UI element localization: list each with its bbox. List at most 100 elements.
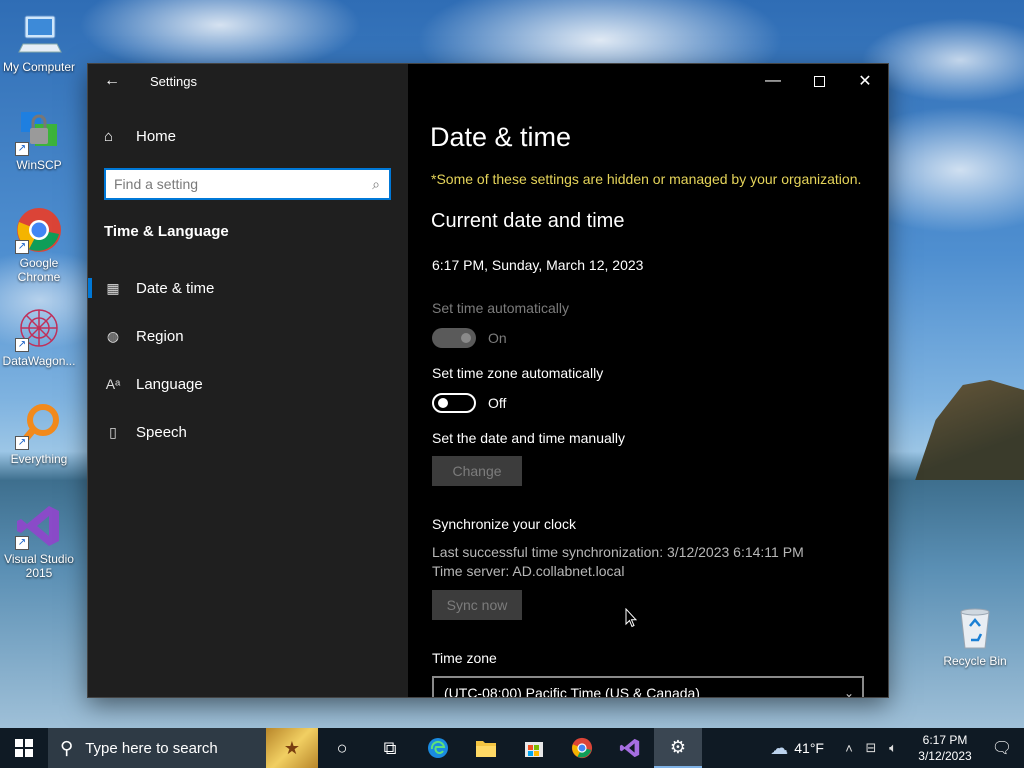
desktop-icon-chrome[interactable]: ↗ Google Chrome [1, 206, 77, 284]
time-zone-value: (UTC-08:00) Pacific Time (US & Canada) [444, 685, 700, 697]
sidebar-item-speech[interactable]: ▯ Speech [88, 408, 408, 456]
datawagon-icon: ↗ [15, 304, 63, 352]
edge-icon [428, 738, 448, 758]
desktop-icon-winscp[interactable]: ↗ WinSCP [1, 108, 77, 172]
action-center-button[interactable]: 🗨︎ [980, 728, 1024, 768]
winscp-icon: ↗ [15, 108, 63, 156]
home-icon: ⌂ [104, 128, 114, 145]
system-tray: ☁ 41°F ˄ ⊟ 🔈︎ 6:17 PM 3/12/2023 🗨︎ [770, 728, 1024, 768]
sidebar-item-label: Region [136, 327, 184, 345]
time-server-text: Time server: AD.collabnet.local [432, 563, 625, 579]
task-view-icon: ⧉ [383, 737, 397, 758]
desktop-icon-label: Google Chrome [17, 256, 61, 284]
set-tz-auto-toggle[interactable] [432, 393, 476, 413]
search-icon[interactable]: ⌕ [363, 176, 389, 193]
date-time-icon: ▦ [106, 279, 120, 296]
desktop-icon-datawagon[interactable]: ↗ DataWagon... [1, 304, 77, 368]
search-input[interactable] [106, 171, 363, 197]
sidebar-item-date-time[interactable]: ▦ Date & time [88, 264, 408, 312]
back-button[interactable]: ← [100, 70, 124, 92]
desktop-icon-recycle-bin[interactable]: Recycle Bin [937, 604, 1013, 668]
chevron-down-icon: ⌄ [843, 686, 855, 697]
desktop-icon-label: My Computer [2, 60, 76, 74]
last-sync-text: Last successful time synchronization: 3/… [432, 544, 804, 560]
desktop-icon-label: DataWagon... [2, 354, 76, 368]
weather-widget[interactable]: ☁ 41°F [770, 738, 824, 759]
visual-studio-icon: ↗ [15, 502, 63, 550]
section-title: Time & Language [104, 223, 229, 240]
visual-studio-icon [619, 738, 640, 758]
network-icon[interactable]: ⊟ [860, 740, 882, 756]
sync-heading: Synchronize your clock [432, 516, 576, 532]
sidebar-item-language[interactable]: Aᵃ Language [88, 360, 408, 408]
cortana-circle-icon: ○ [336, 737, 348, 758]
taskbar-search-box[interactable]: ⚲ Type here to search ★ [48, 728, 318, 768]
home-label: Home [136, 128, 177, 145]
set-time-auto-toggle[interactable] [432, 328, 476, 348]
sidebar-item-label: Speech [136, 423, 187, 441]
language-icon: Aᵃ [105, 376, 121, 392]
sync-now-button[interactable]: Sync now [432, 590, 522, 620]
settings-content: Date & time *Some of these settings are … [408, 64, 888, 697]
time-zone-dropdown[interactable]: (UTC-08:00) Pacific Time (US & Canada) ⌄ [432, 676, 864, 697]
chevron-up-icon[interactable]: ˄ [838, 741, 860, 756]
everything-search-icon: ↗ [15, 402, 63, 450]
desktop-icon-everything[interactable]: ↗ Everything [1, 402, 77, 466]
taskbar-settings[interactable]: ⚙ [654, 728, 702, 768]
microphone-icon: ▯ [109, 423, 117, 440]
taskbar-visual-studio[interactable] [606, 728, 654, 768]
chrome-icon [571, 737, 593, 759]
sidebar-item-home[interactable]: ⌂ Home [104, 128, 176, 145]
desktop-icon-visual-studio[interactable]: ↗ Visual Studio 2015 [1, 502, 77, 580]
settings-window: ← Settings ⌂ Home ⌕ Time & Language ▦ Da… [88, 64, 888, 697]
set-tz-auto-label: Set time zone automatically [432, 365, 604, 381]
sidebar-item-label: Language [136, 375, 203, 393]
search-box[interactable]: ⌕ [104, 168, 391, 200]
store-icon [525, 742, 543, 757]
set-time-auto-label: Set time automatically [432, 300, 569, 316]
taskbar-file-explorer[interactable] [462, 728, 510, 768]
task-view-button[interactable]: ⧉ [366, 728, 414, 768]
desktop-icon-label: Visual Studio 2015 [4, 552, 74, 580]
shortcut-arrow-icon: ↗ [15, 436, 29, 450]
taskbar-store[interactable] [510, 728, 558, 768]
cortana-button[interactable]: ○ [318, 728, 366, 768]
taskbar-chrome[interactable] [558, 728, 606, 768]
taskbar-clock[interactable]: 6:17 PM 3/12/2023 [910, 732, 980, 764]
shortcut-arrow-icon: ↗ [15, 536, 29, 550]
sync-info: Last successful time synchronization: 3/… [432, 543, 804, 581]
toggle-knob [438, 398, 448, 408]
desktop-icon-label: WinSCP [16, 158, 62, 172]
taskbar: ⚲ Type here to search ★ ○ ⧉ ⚙ ☁ 41°F ˄ ⊟… [0, 728, 1024, 768]
change-button[interactable]: Change [432, 456, 522, 486]
sidebar-item-region[interactable]: ◍ Region [88, 312, 408, 360]
taskbar-edge[interactable] [414, 728, 462, 768]
search-highlight-icon[interactable]: ★ [266, 728, 318, 768]
page-title: Date & time [430, 122, 572, 152]
cloud-icon: ☁ [770, 737, 789, 758]
set-tz-auto-state: Off [488, 395, 507, 411]
volume-icon[interactable]: 🔈︎ [882, 740, 904, 756]
time-zone-label: Time zone [432, 650, 497, 666]
folder-icon [476, 741, 496, 757]
clock-date: 3/12/2023 [918, 749, 972, 763]
shortcut-arrow-icon: ↗ [15, 240, 29, 254]
set-time-auto-state: On [488, 330, 507, 346]
start-button[interactable] [0, 728, 48, 768]
windows-logo-icon [15, 739, 33, 757]
back-arrow-icon: ← [104, 72, 120, 89]
settings-sidebar: ← Settings ⌂ Home ⌕ Time & Language ▦ Da… [88, 64, 408, 697]
mouse-cursor-icon [625, 608, 637, 628]
set-time-auto-toggle-row: On [432, 328, 507, 348]
shortcut-arrow-icon: ↗ [15, 338, 29, 352]
desktop-icon-my-computer[interactable]: My Computer [1, 10, 77, 74]
taskbar-search-placeholder: Type here to search [85, 739, 218, 757]
weather-temperature: 41°F [794, 740, 824, 756]
computer-icon [15, 10, 63, 58]
clock-time: 6:17 PM [922, 733, 968, 747]
shortcut-arrow-icon: ↗ [15, 142, 29, 156]
window-title: Settings [150, 74, 197, 89]
gear-icon: ⚙ [669, 736, 687, 757]
managed-notice[interactable]: *Some of these settings are hidden or ma… [431, 171, 861, 187]
desktop-icon-label: Recycle Bin [943, 654, 1007, 668]
